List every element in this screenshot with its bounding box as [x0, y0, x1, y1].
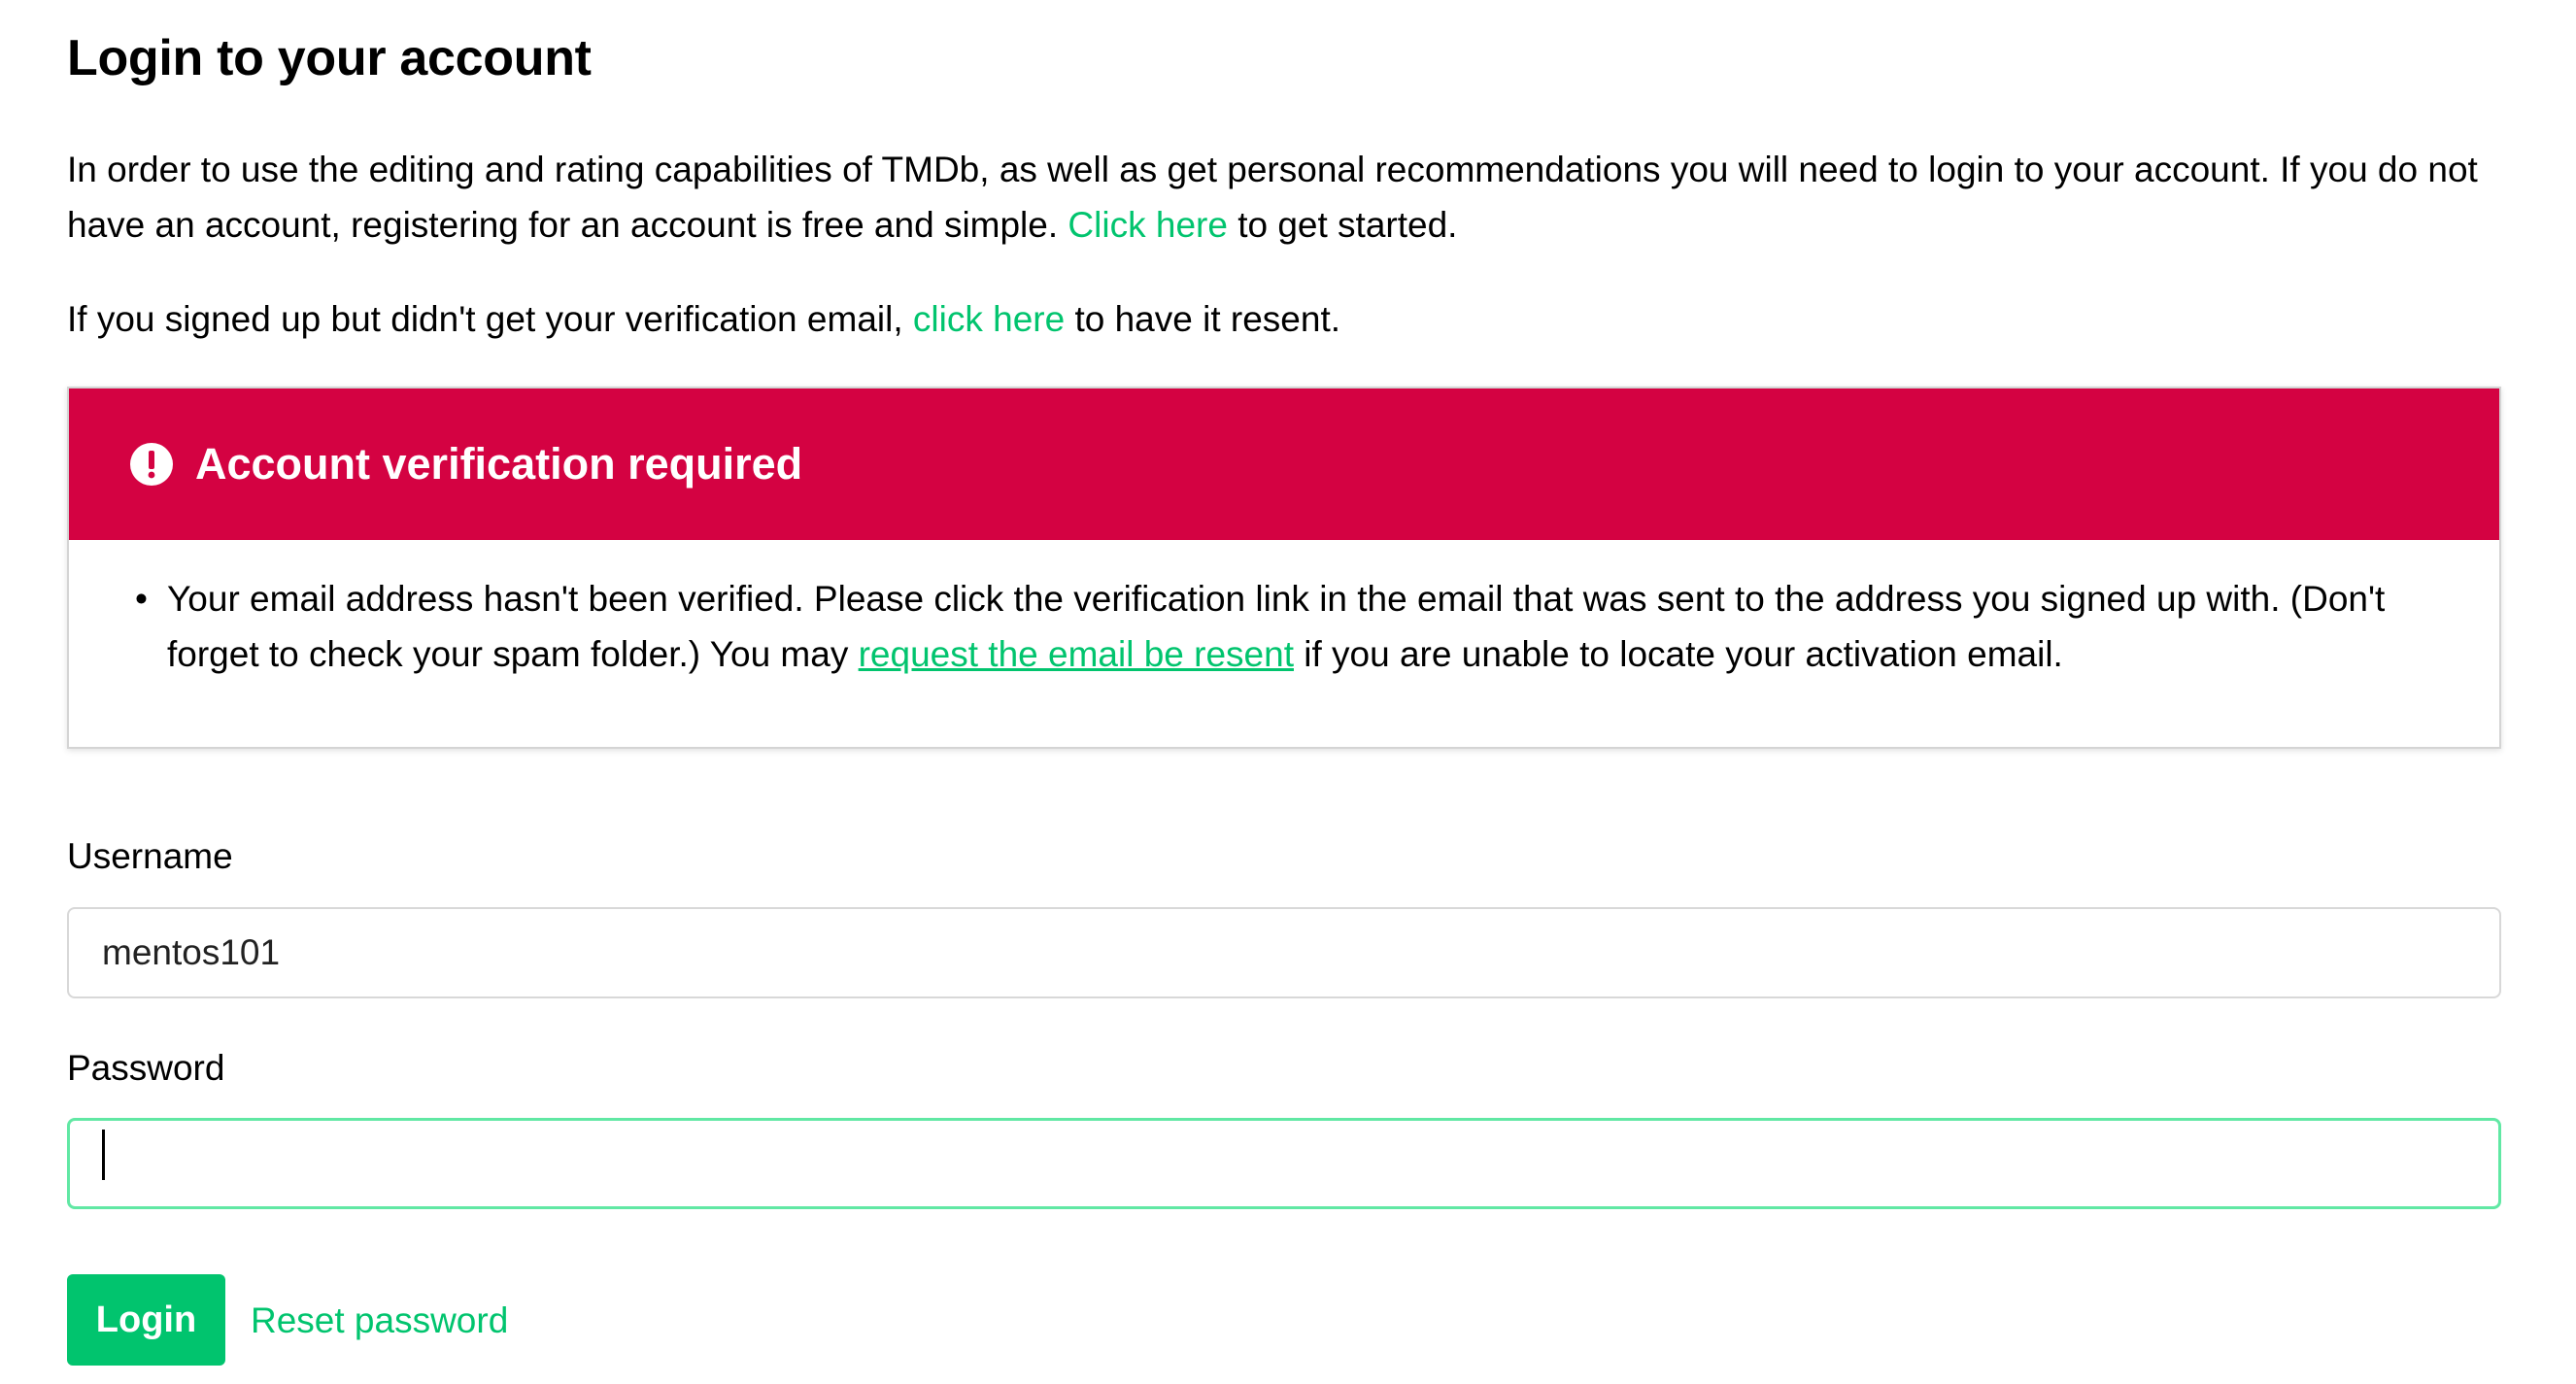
verification-alert: Account verification required • Your emai…: [67, 387, 2501, 749]
alert-message-list: • Your email address hasn't been verified…: [135, 571, 2441, 682]
resend-text-end: to have it resent.: [1065, 299, 1341, 339]
login-button[interactable]: Login: [67, 1274, 225, 1366]
alert-header: Account verification required: [69, 388, 2499, 540]
alert-title: Account verification required: [195, 439, 803, 489]
reset-password-link[interactable]: Reset password: [251, 1296, 508, 1346]
resend-verification-link[interactable]: click here: [913, 299, 1065, 339]
intro-text-end: to get started.: [1227, 205, 1458, 245]
username-label: Username: [67, 836, 233, 876]
exclamation-circle-icon: [129, 442, 174, 487]
bullet: •: [135, 579, 148, 619]
signup-link[interactable]: Click here: [1068, 205, 1228, 245]
text-caret: [102, 1130, 105, 1180]
resend-paragraph: If you signed up but didn't get your ver…: [67, 291, 2534, 347]
login-page: Login to your account In order to use th…: [0, 0, 2576, 1384]
resend-text: If you signed up but didn't get your ver…: [67, 299, 913, 339]
password-input[interactable]: [67, 1118, 2501, 1209]
alert-body: • Your email address hasn't been verified…: [69, 540, 2499, 682]
intro-paragraph: In order to use the editing and rating c…: [67, 142, 2534, 253]
username-input[interactable]: [67, 907, 2501, 998]
alert-message: • Your email address hasn't been verified…: [135, 571, 2441, 682]
password-label: Password: [67, 1048, 225, 1088]
request-resend-link[interactable]: request the email be resent: [859, 634, 1294, 674]
page-title: Login to your account: [67, 30, 592, 86]
alert-message-text-end: if you are unable to locate your activat…: [1293, 634, 2063, 674]
